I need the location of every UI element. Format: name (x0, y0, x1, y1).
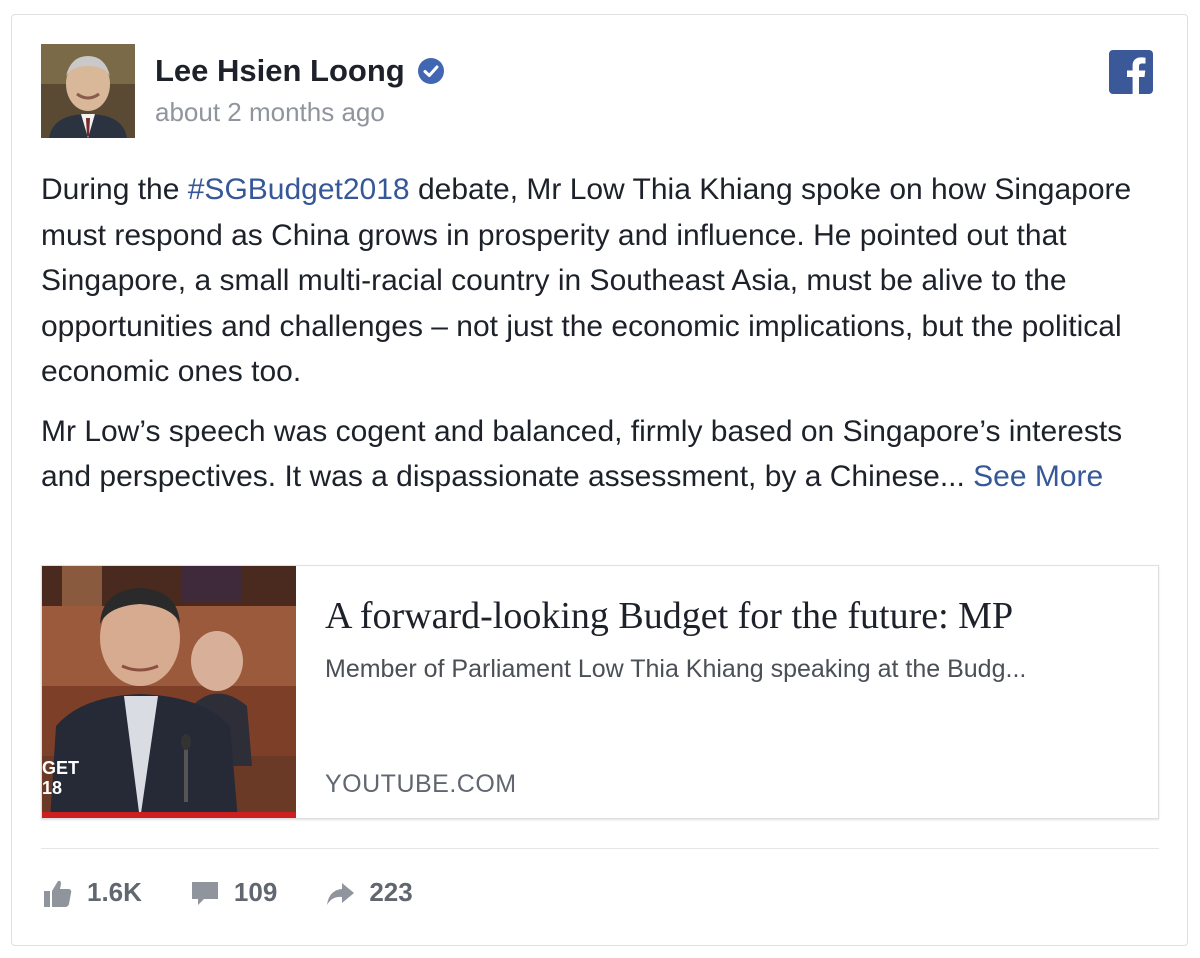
shares-count: 223 (369, 877, 413, 907)
thumbs-up-icon (44, 880, 72, 907)
facebook-icon[interactable] (1109, 50, 1153, 94)
paragraph-text: During the (41, 173, 188, 206)
hashtag-link[interactable]: #SGBudget2018 (188, 173, 410, 206)
likes-stat[interactable]: 1.6K (43, 877, 142, 908)
shares-stat[interactable]: 223 (325, 877, 413, 908)
comments-stat[interactable]: 109 (190, 877, 277, 908)
post-timestamp[interactable]: about 2 months ago (155, 97, 385, 128)
post-paragraph-1: During the #SGBudget2018 debate, Mr Low … (41, 167, 1161, 395)
link-title[interactable]: A forward-looking Budget for the future:… (325, 594, 1158, 638)
engagement-stats: 1.6K 109 223 (43, 877, 461, 908)
divider (41, 848, 1159, 849)
avatar[interactable] (41, 44, 135, 138)
video-thumbnail-image (42, 566, 296, 818)
link-domain: YOUTUBE.COM (325, 770, 517, 798)
comments-count: 109 (233, 877, 278, 907)
post-body: During the #SGBudget2018 debate, Mr Low … (41, 167, 1161, 514)
link-thumbnail: GET 18 (42, 566, 296, 818)
paragraph-text: Mr Low’s speech was cogent and balanced,… (41, 414, 1123, 494)
author-name[interactable]: Lee Hsien Loong (155, 53, 445, 89)
post-card: Lee Hsien Loong about 2 months ago Durin… (11, 14, 1188, 946)
see-more-link[interactable]: See More (973, 460, 1103, 493)
share-arrow-icon (327, 882, 355, 905)
author-name-text: Lee Hsien Loong (155, 53, 405, 88)
comment-icon (191, 881, 218, 905)
post-paragraph-2: Mr Low’s speech was cogent and balanced,… (41, 409, 1161, 500)
likes-count: 1.6K (87, 877, 142, 907)
avatar-image (41, 44, 135, 138)
link-preview-card[interactable]: GET 18 A forward-looking Budget for the … (41, 565, 1159, 819)
thumbnail-caption: GET 18 (42, 758, 80, 798)
link-description: Member of Parliament Low Thia Khiang spe… (325, 655, 1027, 683)
verified-badge-icon (417, 58, 444, 84)
